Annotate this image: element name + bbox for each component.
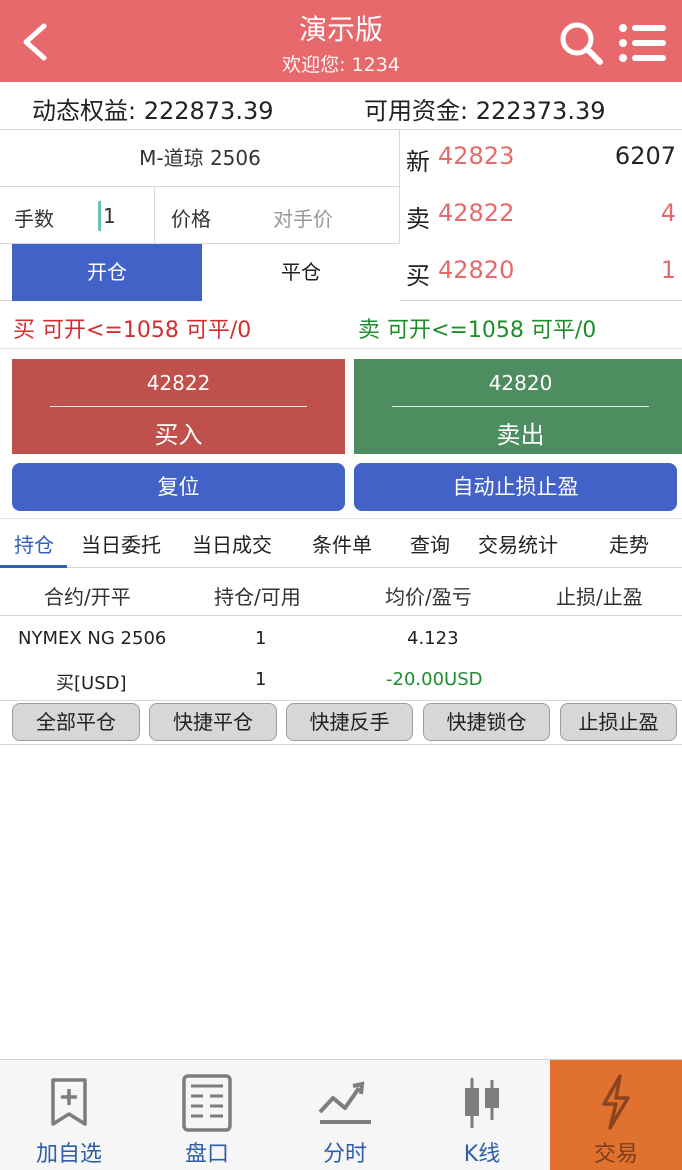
- position-avg-price: 4.123: [407, 628, 459, 649]
- contract-selector[interactable]: M-道琼 2506: [0, 130, 400, 187]
- available-funds: 可用资金: 222373.39: [364, 97, 606, 125]
- tab-today-trades[interactable]: 当日成交: [192, 529, 272, 558]
- tab-trend[interactable]: 走势: [609, 529, 649, 558]
- active-tab-indicator: [0, 565, 67, 568]
- account-summary: 动态权益: 222873.39 可用资金: 222373.39: [0, 82, 682, 130]
- quote-price: 42820: [438, 256, 515, 284]
- dynamic-equity: 动态权益: 222873.39: [32, 97, 274, 125]
- column-header: 持仓/可用: [214, 585, 301, 609]
- position-contract: NYMEX NG 2506: [18, 628, 167, 649]
- order-book-icon: [182, 1074, 232, 1132]
- divider: [50, 406, 307, 407]
- nav-item-kline[interactable]: K线: [414, 1060, 550, 1170]
- quote-label: 买: [406, 262, 430, 290]
- quantity-input[interactable]: 1: [98, 201, 150, 231]
- position-pnl: -20.00USD: [386, 669, 483, 690]
- divider: [0, 700, 682, 701]
- nav-item-add-watchlist[interactable]: 加自选: [0, 1060, 138, 1170]
- price-label: 价格: [171, 207, 211, 231]
- sell-button[interactable]: 42820 卖出: [354, 359, 682, 454]
- bottom-navigation: 加自选 盘口 分时 K线 交易: [0, 1059, 682, 1170]
- candlestick-icon: [465, 1078, 499, 1128]
- quote-last: 新 42823 6207: [406, 130, 676, 187]
- quote-price: 42822: [438, 199, 515, 227]
- timeshare-chart-icon: [318, 1081, 371, 1124]
- position-side: 买[USD]: [56, 673, 127, 694]
- position-quantity: 1: [255, 628, 267, 649]
- order-entry-panel: M-道琼 2506 手数 1 价格 对手价 开仓 平仓 新 42823 6207…: [0, 130, 682, 301]
- quote-bid: 买 42820 1: [406, 244, 676, 301]
- quick-close-button[interactable]: 快捷平仓: [149, 703, 277, 741]
- search-icon: [560, 22, 603, 65]
- quote-label: 卖: [406, 205, 430, 233]
- column-header: 均价/盈亏: [385, 585, 472, 609]
- content-empty-area: [0, 745, 682, 1059]
- buy-limit-text: 买 可开<=1058 可平/0: [13, 318, 252, 343]
- sell-label: 卖出: [496, 421, 545, 449]
- nav-label: K线: [463, 1142, 501, 1167]
- app-header: 演示版 欢迎您: 1234: [0, 0, 682, 82]
- reset-button[interactable]: 复位: [12, 463, 345, 511]
- price-field: 价格 对手价: [155, 187, 400, 244]
- stop-loss-profit-button[interactable]: 止损止盈: [560, 703, 677, 741]
- sell-limit-text: 卖 可开<=1058 可平/0: [358, 318, 597, 343]
- quote-volume: 1: [660, 256, 676, 284]
- bookmark-add-icon: [51, 1078, 87, 1126]
- nav-item-trade[interactable]: 交易: [550, 1060, 682, 1170]
- nav-label: 加自选: [35, 1142, 102, 1167]
- open-position-tab[interactable]: 开仓: [12, 244, 202, 301]
- lightning-icon: [602, 1074, 630, 1130]
- close-position-tab[interactable]: 平仓: [202, 244, 400, 301]
- quantity-label: 手数: [14, 207, 54, 231]
- menu-button[interactable]: [616, 20, 670, 66]
- quantity-field: 手数 1: [0, 187, 155, 244]
- price-input[interactable]: 对手价: [273, 203, 333, 232]
- table-row[interactable]: 买[USD] 1 -20.00USD: [0, 659, 682, 701]
- quote-label: 新: [406, 148, 430, 176]
- column-header: 止损/止盈: [556, 585, 643, 609]
- auto-stop-button[interactable]: 自动止损止盈: [354, 463, 677, 511]
- tab-trade-stats[interactable]: 交易统计: [478, 529, 558, 558]
- position-available: 1: [255, 669, 267, 690]
- tab-today-orders[interactable]: 当日委托: [81, 529, 161, 558]
- nav-item-timeshare[interactable]: 分时: [276, 1060, 414, 1170]
- column-header: 合约/开平: [44, 585, 131, 609]
- quote-volume: 4: [660, 199, 676, 227]
- divider: [392, 406, 649, 407]
- buy-label: 买入: [154, 421, 203, 449]
- nav-item-order-book[interactable]: 盘口: [138, 1060, 276, 1170]
- nav-label: 盘口: [184, 1142, 229, 1167]
- positions-table-header: 合约/开平 持仓/可用 均价/盈亏 止损/止盈: [0, 569, 682, 616]
- nav-label: 分时: [322, 1142, 367, 1167]
- tab-conditional-orders[interactable]: 条件单: [312, 529, 372, 558]
- position-limits: 买 可开<=1058 可平/0 卖 可开<=1058 可平/0: [0, 301, 682, 349]
- buy-price: 42822: [146, 371, 211, 395]
- buy-button[interactable]: 42822 买入: [12, 359, 345, 454]
- table-row[interactable]: NYMEX NG 2506 1 4.123: [0, 618, 682, 660]
- search-button[interactable]: [556, 18, 606, 68]
- quote-volume: 6207: [614, 142, 676, 170]
- records-tabs: 持仓 当日委托 当日成交 条件单 查询 交易统计 走势: [0, 518, 682, 568]
- tab-query[interactable]: 查询: [410, 529, 450, 558]
- nav-label: 交易: [593, 1142, 638, 1167]
- quick-lock-button[interactable]: 快捷锁仓: [423, 703, 550, 741]
- quote-price: 42823: [438, 142, 515, 170]
- close-all-button[interactable]: 全部平仓: [12, 703, 140, 741]
- sell-price: 42820: [488, 371, 553, 395]
- quick-reverse-button[interactable]: 快捷反手: [286, 703, 413, 741]
- order-form: M-道琼 2506 手数 1 价格 对手价 开仓 平仓: [0, 130, 400, 301]
- quote-ask: 卖 42822 4: [406, 187, 676, 244]
- tab-positions[interactable]: 持仓: [14, 529, 54, 558]
- menu-list-icon: [619, 24, 666, 62]
